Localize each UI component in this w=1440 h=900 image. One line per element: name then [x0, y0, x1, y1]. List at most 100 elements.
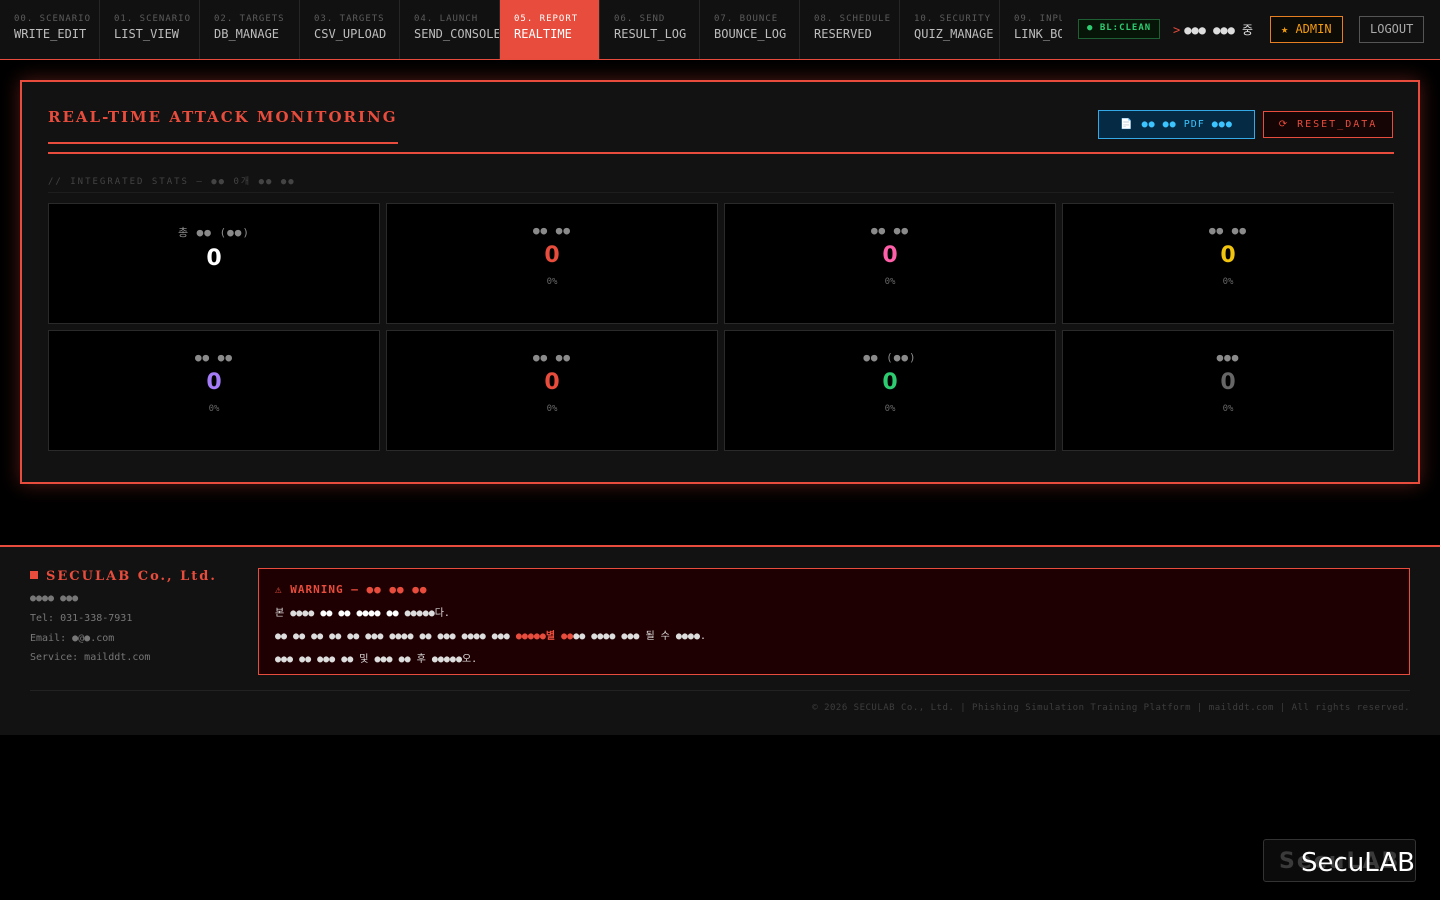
tab-quiz-manage[interactable]: 10. SECURITY QUIZ_MANAGE [900, 0, 1000, 59]
stat-value: 0 [1220, 370, 1236, 395]
export-pdf-label: ●● ●● PDF ●●● [1141, 119, 1233, 130]
company-address: ●●●● ●●● [30, 593, 79, 604]
stat-percent: 0% [884, 277, 896, 287]
stat-card: ●● (●●) 0 0% [724, 330, 1056, 451]
tab-code: 07. BOUNCE [714, 14, 779, 24]
tab-code: 09. INPUT [1014, 14, 1062, 24]
warning-line-1-c: ●●●●●다. [398, 608, 450, 619]
tab-csv-upload[interactable]: 03. TARGETS CSV_UPLOAD [300, 0, 400, 59]
stat-value: 0 [1220, 243, 1236, 268]
stat-percent: 0% [546, 404, 558, 414]
stat-percent: 0% [546, 277, 558, 287]
tab-code: 02. TARGETS [214, 14, 285, 24]
tab-list-view[interactable]: 01. SCENARIO LIST_VIEW [100, 0, 200, 59]
stat-percent: 0% [1222, 404, 1234, 414]
header-divider [48, 152, 1394, 154]
nav-tabs: 00. SCENARIO WRITE_EDIT 01. SCENARIO LIST_V… [0, 0, 1062, 59]
warning-line-3: ●●● ●● ●●● ●● 및 ●●● ●● 후 ●●●●●오. [275, 654, 478, 665]
stat-card: ●● ●● 0 0% [724, 203, 1056, 324]
section-label: // INTEGRATED STATS — ●● 0개 ●● ●● [48, 174, 1394, 193]
warning-line-2-b: ●●●●●별 ●● [515, 631, 574, 642]
user-status: > ●●● ●●● 중 [1173, 21, 1253, 38]
tab-code: 10. SECURITY [914, 14, 992, 24]
copyright: © 2026 SECULAB Co., Ltd. | Phishing Simu… [30, 690, 1410, 713]
tab-label: LINK_BOARD [1014, 27, 1062, 41]
page-title: REAL-TIME ATTACK MONITORING [48, 108, 398, 144]
warning-line-1: 본 ●●●● ●● ●● ●●●● ●● ●●●●●다. [275, 604, 1393, 619]
warning-line-2-c: ●● ●●●● ●●● 될 수 ●●●●. [573, 631, 706, 642]
stat-label: ●● ●● [194, 351, 234, 364]
stat-label: ●● (●●) [863, 351, 917, 364]
warning-line-1-a: 본 ●●●● [275, 608, 321, 619]
refresh-icon: ⟳ [1278, 119, 1290, 130]
tab-label: LIST_VIEW [114, 27, 180, 41]
stat-label: 총 ●● (●●) [177, 226, 251, 239]
tab-write-edit[interactable]: 00. SCENARIO WRITE_EDIT [0, 0, 100, 59]
tab-link-board[interactable]: 09. INPUT LINK_BOARD [1000, 0, 1062, 59]
stat-value: 0 [882, 243, 898, 268]
warning-line-2-a: ●● ●● ●● ●● ●● ●●● ●●●● ●● ●●● ●●●● ●●● [275, 631, 516, 642]
tab-code: 08. SCHEDULE [814, 14, 892, 24]
stat-label: ●● ●● [870, 224, 910, 237]
seculab-watermark-logo: SecuLAB SecuLAB [1263, 839, 1416, 882]
stat-percent: 0% [884, 404, 896, 414]
tab-reserved[interactable]: 08. SCHEDULE RESERVED [800, 0, 900, 59]
top-navigation: 00. SCENARIO WRITE_EDIT 01. SCENARIO LIST_V… [0, 0, 1440, 60]
tab-code: 01. SCENARIO [114, 14, 192, 24]
company-service: Service: mailddt.com [30, 652, 151, 663]
document-icon: 📄 [1120, 119, 1134, 130]
tab-label: WRITE_EDIT [14, 27, 87, 41]
export-pdf-button[interactable]: 📄 ●● ●● PDF ●●● [1098, 110, 1255, 139]
tab-label: RESERVED [814, 27, 872, 41]
stat-label: ●● ●● [1208, 224, 1248, 237]
nav-right: ● BL:CLEAN > ●●● ●●● 중 ★ ADMIN LOGOUT [1062, 0, 1440, 59]
tab-result-log[interactable]: 06. SEND RESULT_LOG [600, 0, 700, 59]
tab-realtime[interactable]: 05. REPORT REALTIME [500, 0, 600, 59]
reset-data-button[interactable]: ⟳ RESET_DATA [1263, 111, 1393, 138]
tab-label: BOUNCE_LOG [714, 27, 787, 41]
tab-db-manage[interactable]: 02. TARGETS DB_MANAGE [200, 0, 300, 59]
company-name-text: SECULAB Co., Ltd. [46, 569, 217, 584]
stat-label: ●● ●● [532, 224, 572, 237]
blacklist-status-badge: ● BL:CLEAN [1078, 19, 1161, 39]
stat-percent: 0% [1222, 277, 1234, 287]
stat-label: ●●● [1216, 351, 1240, 364]
tab-label: CSV_UPLOAD [314, 27, 387, 41]
tab-bounce-log[interactable]: 07. BOUNCE BOUNCE_LOG [700, 0, 800, 59]
stat-value: 0 [206, 370, 222, 395]
tab-send-console[interactable]: 04. LAUNCH SEND_CONSOLE [400, 0, 500, 59]
stat-label: ●● ●● [532, 351, 572, 364]
user-status-text: ●●● ●●● 중 [1184, 23, 1254, 37]
tab-label: SEND_CONSOLE [414, 27, 500, 41]
square-icon [30, 571, 38, 579]
tab-label: RESULT_LOG [614, 27, 687, 41]
warning-title: ⚠ WARNING — ●● ●● ●● [275, 583, 428, 596]
footer: SECULAB Co., Ltd. ●●●● ●●● Tel: 031-338-… [0, 545, 1440, 735]
stat-card: ●● ●● 0 0% [386, 203, 718, 324]
logout-button[interactable]: LOGOUT [1359, 16, 1425, 43]
reset-data-label: RESET_DATA [1297, 119, 1378, 130]
tab-label: QUIZ_MANAGE [914, 27, 994, 41]
tab-label: DB_MANAGE [214, 27, 280, 41]
tab-code: 04. LAUNCH [414, 14, 479, 24]
stat-value: 0 [544, 370, 560, 395]
stat-percent: 0% [208, 404, 220, 414]
stat-value: 0 [206, 246, 222, 271]
admin-button[interactable]: ★ ADMIN [1270, 16, 1343, 43]
stat-card: ●● ●● 0 0% [386, 330, 718, 451]
warning-line-2: ●● ●● ●● ●● ●● ●●● ●●●● ●● ●●● ●●●● ●●● … [275, 627, 1393, 642]
stat-card: ●● ●● 0 0% [48, 330, 380, 451]
company-email: Email: ●@●.com [30, 633, 115, 644]
stat-card: 총 ●● (●●) 0 [48, 203, 380, 324]
realtime-monitor-panel: REAL-TIME ATTACK MONITORING 📄 ●● ●● PDF … [20, 80, 1420, 484]
stat-card: ●● ●● 0 0% [1062, 203, 1394, 324]
tab-code: 00. SCENARIO [14, 14, 92, 24]
stat-value: 0 [544, 243, 560, 268]
prompt-icon: > [1173, 23, 1181, 37]
tab-code: 03. TARGETS [314, 14, 385, 24]
stat-value: 0 [882, 370, 898, 395]
warning-box: ⚠ WARNING — ●● ●● ●● 본 ●●●● ●● ●● ●●●● ●… [258, 568, 1410, 675]
warning-line-1-b: ●● ●● ●●●● ●● [320, 608, 399, 619]
tab-label: REALTIME [514, 27, 572, 41]
company-tel: Tel: 031-338-7931 [30, 613, 133, 624]
